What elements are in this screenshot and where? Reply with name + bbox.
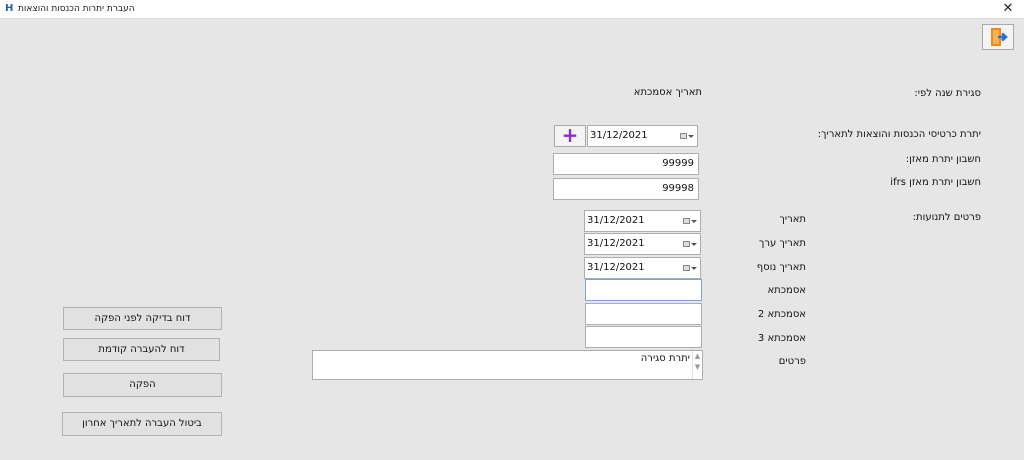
value-date-picker[interactable]: 31/12/2021 [584, 233, 701, 255]
chevron-down-icon[interactable] [691, 243, 697, 246]
extra-date-label: תאריך נוסף [756, 262, 806, 273]
reference-input[interactable] [585, 279, 702, 301]
account-balance-label: חשבון יתרת מאזן: [905, 154, 981, 165]
reference-label: אסמכתא [767, 285, 806, 296]
posting-details-label: פרטים לתנועות: [912, 212, 981, 223]
window-title: העברת יתרות הכנסות והוצאות [18, 4, 135, 14]
plus-icon: + [561, 123, 579, 147]
date-picker[interactable]: 31/12/2021 [584, 210, 701, 232]
account-balance-ifrs-label: חשבון יתרת מאזן ifrs [890, 177, 981, 188]
close-button[interactable]: ✕ [1000, 1, 1016, 17]
title-bar: H העברת יתרות הכנסות והוצאות ✕ [0, 0, 1024, 19]
add-button[interactable]: + [554, 125, 586, 147]
date-value: 31/12/2021 [587, 215, 645, 226]
date-label: תאריך [779, 214, 806, 225]
balance-date-picker[interactable]: 31/12/2021 [587, 125, 698, 147]
exit-button[interactable] [982, 24, 1014, 50]
close-year-by-label: סגירת שנה לפי: [914, 88, 981, 99]
details-scrollbar[interactable]: ▲ ▼ [692, 351, 702, 379]
produce-button[interactable]: הפקה [63, 373, 222, 397]
date-reference-label: תאריך אסמכתא [633, 87, 702, 98]
calendar-icon [680, 133, 687, 139]
account-balance-input[interactable]: 99999 [553, 153, 699, 175]
chevron-down-icon[interactable] [688, 135, 694, 138]
calendar-icon [683, 218, 690, 224]
account-balance-ifrs-input[interactable]: 99998 [553, 178, 699, 200]
extra-date-picker[interactable]: 31/12/2021 [584, 257, 701, 279]
value-date-value: 31/12/2021 [587, 238, 645, 249]
extra-date-value: 31/12/2021 [587, 262, 645, 273]
previous-report-button[interactable]: דוח להעברה קודמת [63, 338, 220, 361]
reference3-input[interactable] [585, 326, 702, 348]
details-value: יתרת סגירה [640, 353, 690, 364]
reference2-input[interactable] [585, 303, 702, 325]
balance-date-value: 31/12/2021 [590, 130, 648, 141]
check-report-button[interactable]: דוח בדיקה לפני הפקה [63, 307, 222, 330]
details-label: פרטים [778, 356, 806, 367]
exit-door-icon [991, 28, 1008, 46]
calendar-icon [683, 265, 690, 271]
balance-date-label: יתרת כרטיסי הכנסות והוצאות לתאריך: [817, 129, 981, 140]
value-date-label: תאריך ערך [759, 238, 806, 249]
chevron-down-icon[interactable] [691, 267, 697, 270]
details-textarea[interactable]: יתרת סגירה ▲ ▼ [312, 350, 703, 380]
cancel-last-transfer-button[interactable]: ביטול העברה לתאריך אחרון [62, 412, 222, 436]
app-logo-icon: H [5, 3, 14, 14]
chevron-down-icon[interactable] [691, 220, 697, 223]
reference3-label: אסמכתא 3 [757, 333, 806, 344]
reference2-label: אסמכתא 2 [757, 309, 806, 320]
calendar-icon [683, 241, 690, 247]
